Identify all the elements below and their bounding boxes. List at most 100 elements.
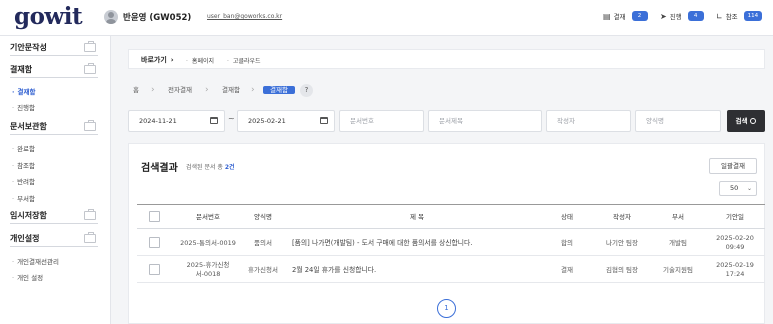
sidebar-section-settings-label: 개인설정 <box>10 234 40 243</box>
path-approval-box[interactable]: 결재함 <box>222 82 240 99</box>
sidebar-section-settings[interactable]: 개인설정 <box>10 232 98 247</box>
header-progress-count: 4 <box>687 11 704 21</box>
chevron-right-icon: › <box>151 85 155 95</box>
avatar[interactable] <box>104 10 118 24</box>
cell-author: 나기안 팀장 <box>606 238 638 247</box>
col-status[interactable]: 상태 <box>552 205 582 229</box>
header-progress-label: 진행 <box>669 13 682 21</box>
sidebar-item-reference[interactable]: 참조함 <box>12 160 35 170</box>
cell-doc-no: 2025-휴가신청서-0018 <box>186 261 230 278</box>
doc-number-input[interactable]: 문서번호 <box>339 110 424 132</box>
header-reference-label: 참조 <box>725 13 738 21</box>
cell-author: 김협의 팀장 <box>606 265 638 274</box>
col-doc-no[interactable]: 문서번호 <box>177 205 239 229</box>
select-all-checkbox[interactable] <box>149 211 160 222</box>
help-icon[interactable]: ? <box>300 84 313 97</box>
send-icon: ➤ <box>660 11 667 21</box>
header-approval[interactable]: ▤ 결재 2 <box>603 11 648 21</box>
doc-title-input[interactable]: 문서제목 <box>428 110 542 132</box>
date-to-field[interactable]: 2025-02-21 <box>237 110 335 132</box>
row-checkbox[interactable] <box>149 237 160 248</box>
cell-status: 합의 <box>561 238 573 247</box>
briefcase-icon <box>84 120 96 131</box>
page-size-select[interactable]: 50 ⌄ <box>719 181 757 196</box>
path-e-approval[interactable]: 전자결재 <box>168 82 192 99</box>
row-checkbox[interactable] <box>149 264 160 275</box>
path-current: 결재함 <box>263 82 295 99</box>
cell-form: 휴가신청서 <box>248 265 278 274</box>
header-progress[interactable]: ➤ 진행 4 <box>660 11 704 21</box>
results-count-value: 2건 <box>224 164 235 171</box>
table-row[interactable]: 2025-휴가신청서-0018 휴가신청서 2월 24일 휴가를 신청합니다. … <box>137 257 765 283</box>
sidebar: 기안문작성 결재함 결재함 진행함 문서보관함 완료함 참조함 반려함 부서함 … <box>0 36 111 324</box>
cell-date: 2025-02-19 17:24 <box>716 261 754 278</box>
chevron-down-icon: ⌄ <box>746 185 752 192</box>
quick-link-gocloud[interactable]: 고클라우드 <box>227 56 261 65</box>
quick-links-label: 바로가기 › <box>141 56 174 64</box>
cell-subject[interactable]: 2월 24일 휴가를 신청합니다. <box>292 257 547 283</box>
sidebar-section-draft[interactable]: 기안문작성 <box>10 41 98 56</box>
results-count: 검색된 문서 총 2건 <box>186 162 235 171</box>
sidebar-section-draft-label: 기안문작성 <box>10 43 47 52</box>
user-email[interactable]: user_ban@goworks.co.kr <box>207 13 282 20</box>
share-icon: ∟ <box>716 11 723 21</box>
chevron-right-icon: › <box>170 56 174 64</box>
search-icon <box>750 118 757 124</box>
search-button-label: 검색 <box>735 117 748 125</box>
form-name-input[interactable]: 양식명 <box>635 110 721 132</box>
date-from-field[interactable]: 2024-11-21 <box>128 110 225 132</box>
author-input[interactable]: 작성자 <box>546 110 631 132</box>
user-name: 반윤영 (GW052) <box>123 13 192 23</box>
quick-link-homepage[interactable]: 홈페이지 <box>186 56 214 65</box>
header-approval-label: 결재 <box>613 13 626 21</box>
calendar-icon[interactable] <box>210 117 218 124</box>
chevron-right-icon: › <box>251 85 255 95</box>
cell-doc-no: 2025-통의서-0019 <box>180 238 236 247</box>
sidebar-item-rejected[interactable]: 반려함 <box>12 176 35 186</box>
sidebar-item-personal-settings[interactable]: 개인 설정 <box>12 272 43 282</box>
sidebar-item-approval-box[interactable]: 결재함 <box>12 86 35 96</box>
header-reference-count: 114 <box>743 11 763 21</box>
sidebar-item-progress-box[interactable]: 진행함 <box>12 102 35 112</box>
sidebar-item-approval-line[interactable]: 개인결재선관리 <box>12 256 59 266</box>
sidebar-section-approval[interactable]: 결재함 <box>10 63 98 78</box>
header-reference[interactable]: ∟ 참조 114 <box>716 11 763 21</box>
sidebar-section-temp-label: 임시저장함 <box>10 211 47 220</box>
sidebar-item-department[interactable]: 부서함 <box>12 193 35 203</box>
logo[interactable]: gowit <box>14 4 83 30</box>
bulk-approve-button[interactable]: 일괄결재 <box>709 158 757 174</box>
date-from-value: 2024-11-21 <box>139 117 177 125</box>
col-dept[interactable]: 부서 <box>652 205 704 229</box>
chevron-right-icon: › <box>205 85 209 95</box>
col-author[interactable]: 작성자 <box>592 205 652 229</box>
sidebar-item-completed[interactable]: 완료함 <box>12 143 35 153</box>
sidebar-section-approval-label: 결재함 <box>10 65 33 74</box>
path-home[interactable]: 홈 <box>133 82 139 99</box>
top-header: gowit 반윤영 (GW052) user_ban@goworks.co.kr… <box>0 0 773 36</box>
cell-date: 2025-02-20 09:49 <box>716 234 754 251</box>
cell-status: 결재 <box>561 265 573 274</box>
briefcase-icon <box>84 63 96 74</box>
col-date[interactable]: 기안일 <box>709 205 761 229</box>
page-size-value: 50 <box>730 184 739 192</box>
date-range-separator: ~ <box>228 114 235 123</box>
sidebar-section-archive[interactable]: 문서보관함 <box>10 120 98 135</box>
search-button[interactable]: 검색 <box>727 110 765 132</box>
table-row[interactable]: 2025-통의서-0019 품의서 [품의] 나가면(개발팀) - 도서 구매에… <box>137 230 765 256</box>
table-header: 문서번호 양식명 제 목 상태 작성자 부서 기안일 <box>137 204 765 229</box>
cell-dept: 기술지원팀 <box>663 265 693 274</box>
briefcase-icon <box>84 232 96 243</box>
sidebar-section-archive-label: 문서보관함 <box>10 122 47 131</box>
col-subject[interactable]: 제 목 <box>287 205 547 229</box>
results-count-prefix: 검색된 문서 총 <box>186 164 223 171</box>
col-form[interactable]: 양식명 <box>242 205 284 229</box>
sidebar-section-temp[interactable]: 임시저장함 <box>10 209 98 224</box>
quick-links-bar: 바로가기› 홈페이지 고클라우드 <box>128 49 765 69</box>
cell-subject[interactable]: [품의] 나가면(개발팀) - 도서 구매에 대한 품의서를 상신합니다. <box>292 230 547 256</box>
results-panel: 검색결과 검색된 문서 총 2건 일괄결재 50 ⌄ 문서번호 양식명 제 목 상… <box>128 143 765 324</box>
cell-dept: 개발팀 <box>669 238 687 247</box>
results-title: 검색결과 <box>141 163 178 174</box>
pagination-page-1[interactable]: 1 <box>437 299 456 318</box>
calendar-icon[interactable] <box>320 117 328 124</box>
date-to-value: 2025-02-21 <box>248 117 286 125</box>
